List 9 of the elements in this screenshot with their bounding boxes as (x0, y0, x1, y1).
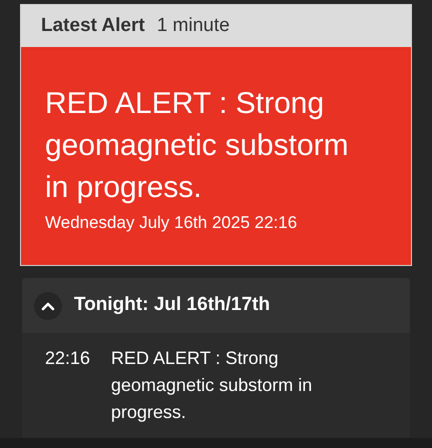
entry-text: RED ALERT : Strong geomagnetic substorm in progress. (111, 347, 314, 424)
alert-age: 1 minute (156, 14, 230, 38)
alert-date: Wednesday July 16th 2025 22:16 (45, 212, 298, 234)
alert-message: RED ALERT : Strong geomagnetic substorm in progress. (45, 86, 350, 206)
alert-label: Latest Alert (41, 14, 145, 38)
entry-time: 22:16 (45, 347, 92, 370)
chevron-icon (41, 300, 55, 310)
timeline-title: Tonight: Jul 16th/17th (74, 293, 270, 318)
collapse-button[interactable] (34, 292, 62, 320)
